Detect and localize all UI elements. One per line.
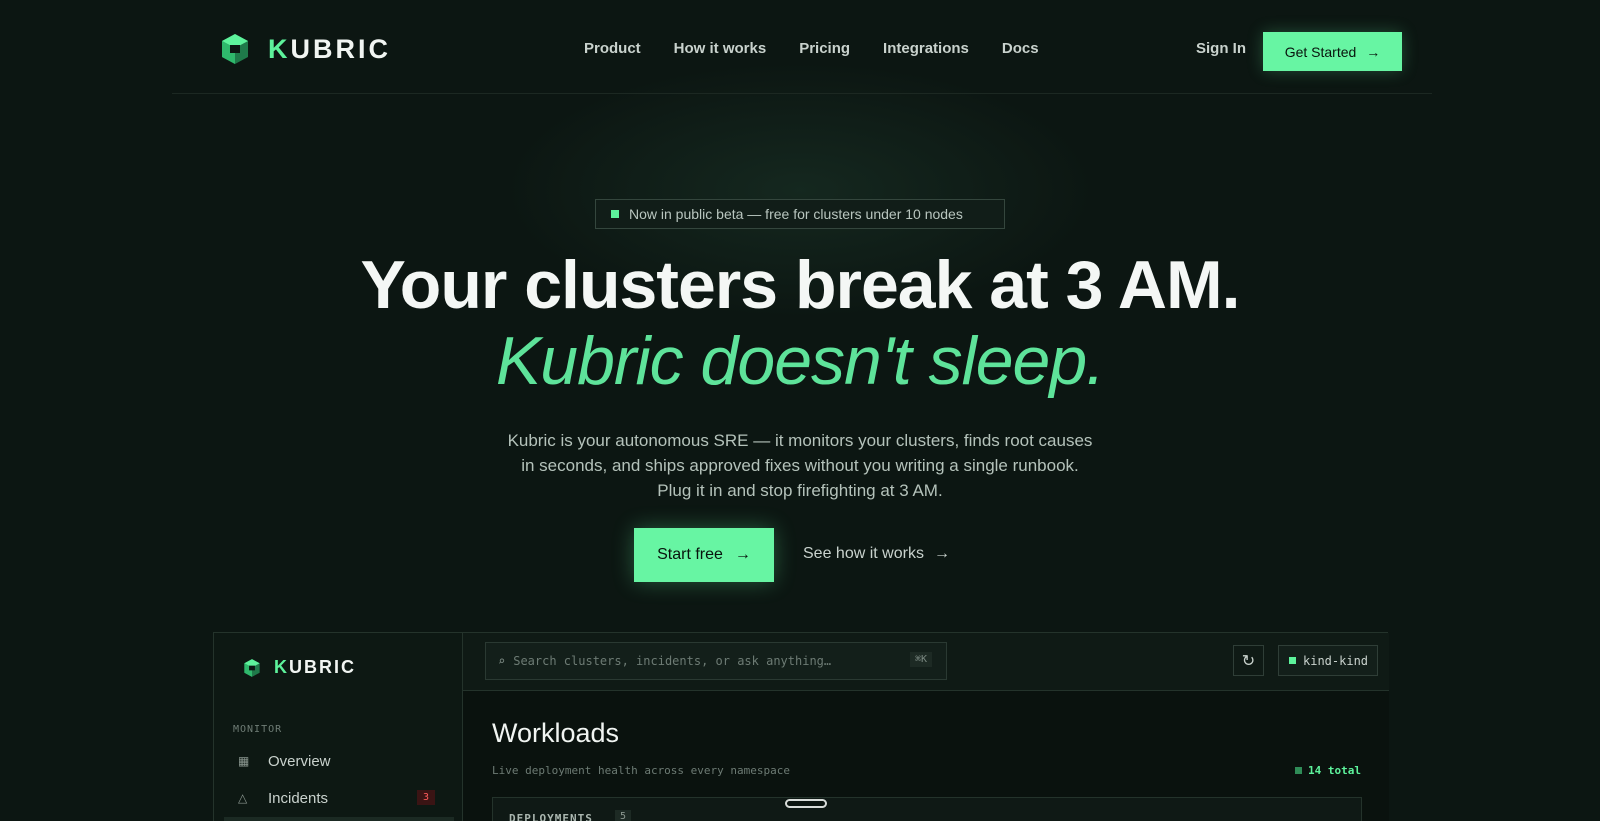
nav-link-docs[interactable]: Docs	[1002, 40, 1039, 57]
nav-link-product[interactable]: Product	[584, 40, 641, 57]
kubric-cube-icon	[244, 658, 260, 677]
sidebar-item-incidents[interactable]: △ Incidents 3	[233, 784, 445, 812]
app-topbar: ⌕ Search clusters, incidents, or ask any…	[463, 633, 1389, 691]
start-free-button[interactable]: Start free →	[634, 528, 774, 582]
app-sidebar: KUBRIC MONITOR ▦ Overview △ Incidents 3	[214, 633, 463, 821]
get-started-button[interactable]: Get Started →	[1263, 32, 1402, 71]
app-preview: KUBRIC MONITOR ▦ Overview △ Incidents 3 …	[213, 632, 1389, 821]
arrow-right-icon: →	[734, 546, 751, 563]
nav-links: Product How it works Pricing Integration…	[584, 40, 1072, 57]
sidebar-item-overview[interactable]: ▦ Overview	[233, 747, 445, 775]
status-dot-icon	[1289, 657, 1296, 664]
status-dot-icon	[1295, 767, 1303, 774]
triangle-icon: △	[238, 791, 248, 805]
hero-subtitle-line: in seconds, and ships approved fixes wit…	[521, 456, 1079, 475]
deployments-heading: DEPLOYMENTS	[509, 812, 593, 821]
refresh-button[interactable]: ↻	[1233, 645, 1264, 676]
beta-badge-text: Now in public beta — free for clusters u…	[629, 206, 963, 222]
sidebar-item-active[interactable]	[224, 817, 454, 821]
page-subtitle: Live deployment health across every name…	[492, 764, 791, 777]
arrow-right-icon: →	[933, 545, 950, 562]
app-brand-wordmark: KUBRIC	[274, 657, 356, 677]
app-brand-logo[interactable]: KUBRIC	[242, 657, 356, 678]
cluster-context-label: kind-kind	[1303, 653, 1369, 668]
incidents-count-badge: 3	[417, 790, 435, 805]
hero-headline-accent: Kubric doesn't sleep.	[495, 323, 1105, 399]
see-how-it-works-link[interactable]: See how it works →	[803, 545, 950, 563]
sidebar-section-monitor: MONITOR	[233, 724, 283, 735]
sidebar-item-label: Overview	[268, 752, 331, 770]
top-nav: KUBRIC Product How it works Pricing Inte…	[172, 0, 1432, 94]
kubric-cube-icon	[222, 34, 248, 64]
page-title: Workloads	[492, 718, 620, 748]
nav-link-integrations[interactable]: Integrations	[883, 40, 969, 57]
start-free-label: Start free	[657, 546, 723, 563]
brand-logo[interactable]: KUBRIC	[218, 32, 391, 66]
brand-wordmark: KUBRIC	[268, 33, 391, 64]
deployments-card: DEPLOYMENTS 5	[492, 797, 1362, 821]
nav-link-pricing[interactable]: Pricing	[799, 40, 850, 57]
hero-subtitle-line: Plug it in and stop firefighting at 3 AM…	[657, 481, 943, 500]
cluster-context-selector[interactable]: kind-kind	[1278, 645, 1378, 676]
see-how-label: See how it works	[803, 545, 924, 562]
deployments-count-badge: 5	[615, 810, 632, 821]
status-dot-icon	[611, 210, 619, 218]
hero-subtitle-line: Kubric is your autonomous SRE — it monit…	[507, 431, 1093, 450]
sign-in-link[interactable]: Sign In	[1196, 40, 1246, 57]
total-label: 14 total	[1308, 764, 1361, 777]
get-started-label: Get Started	[1284, 43, 1357, 60]
hero-subtitle: Kubric is your autonomous SRE — it monit…	[480, 428, 1120, 503]
grid-icon: ▦	[238, 754, 250, 768]
arrow-right-icon: →	[1366, 43, 1381, 60]
beta-badge: Now in public beta — free for clusters u…	[595, 199, 1005, 229]
refresh-icon: ↻	[1241, 652, 1256, 670]
search-icon: ⌕	[498, 654, 506, 668]
search-placeholder: Search clusters, incidents, or ask anyth…	[513, 654, 832, 668]
nav-link-how-it-works[interactable]: How it works	[674, 40, 767, 57]
workloads-panel: Workloads Live deployment health across …	[463, 691, 1389, 821]
total-badge: 14 total	[1295, 764, 1361, 777]
search-shortcut: ⌘K	[909, 652, 932, 667]
search-input[interactable]: ⌕ Search clusters, incidents, or ask any…	[485, 642, 947, 680]
scroll-indicator[interactable]	[785, 799, 827, 808]
sidebar-item-label: Incidents	[268, 789, 329, 807]
hero-headline: Your clusters break at 3 AM.	[360, 247, 1241, 323]
